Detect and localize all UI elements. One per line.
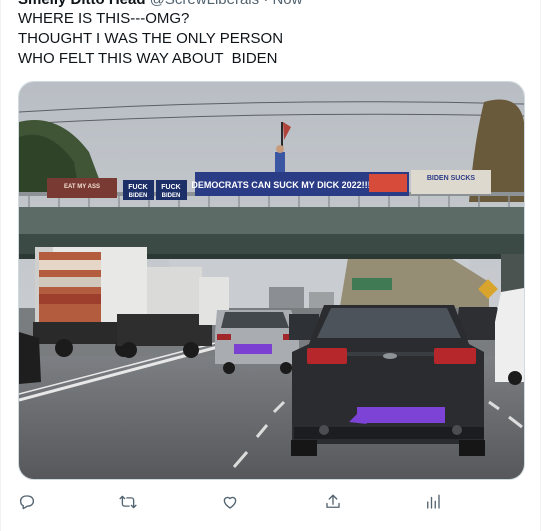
user-handle[interactable]: @ScrewLiberals [150,0,259,8]
tweet-text-line: THOUGHT I WAS THE ONLY PERSON [18,30,284,47]
tweet-time[interactable]: · Now [263,0,302,8]
analytics-icon [427,494,440,509]
tweet-text-line: WHERE IS THIS---OMG? [18,10,190,27]
timeline-left-border [0,0,1,531]
retweet-button[interactable] [111,487,145,517]
heart-icon [223,496,237,509]
reply-icon [19,495,35,510]
share-icon [326,494,340,508]
banner-biden-sucks [411,170,491,194]
banner-main-text: DEMOCRATS CAN SUCK MY DICK 2022!!! [191,180,370,190]
banner-biden-sucks-text: BIDEN SUCKS [427,175,476,182]
banner-fuck-biden-2-top: FUCK [161,184,180,191]
tweet-actions [0,487,553,517]
banner-fuck-biden-2-bottom: BIDEN [162,193,181,199]
reply-button[interactable] [10,487,44,517]
highway-overpass-photo: EAT MY ASS FUCK BIDEN FUCK BIDEN DEMOCRA… [19,82,524,479]
display-name[interactable]: Smelly Ditto Head [18,0,146,8]
banner-eat-my-ass-text: EAT MY ASS [64,184,100,190]
timeline-right-border [540,0,541,531]
banner-fuck-biden-1-top: FUCK [128,184,147,191]
share-button[interactable] [316,487,350,517]
tweet-header: Smelly Ditto Head @ScrewLiberals · Now [18,0,302,8]
banner-fuck-biden-1-bottom: BIDEN [129,193,148,199]
tweet-photo[interactable]: EAT MY ASS FUCK BIDEN FUCK BIDEN DEMOCRA… [18,81,525,480]
views-button[interactable] [416,487,450,517]
retweet-icon [119,495,137,509]
tweet-text-line: WHO FELT THIS WAY ABOUT BIDEN [18,50,278,67]
tweet-text: WHERE IS THIS---OMG? THOUGHT I WAS THE O… [18,9,518,69]
like-button[interactable] [213,487,247,517]
